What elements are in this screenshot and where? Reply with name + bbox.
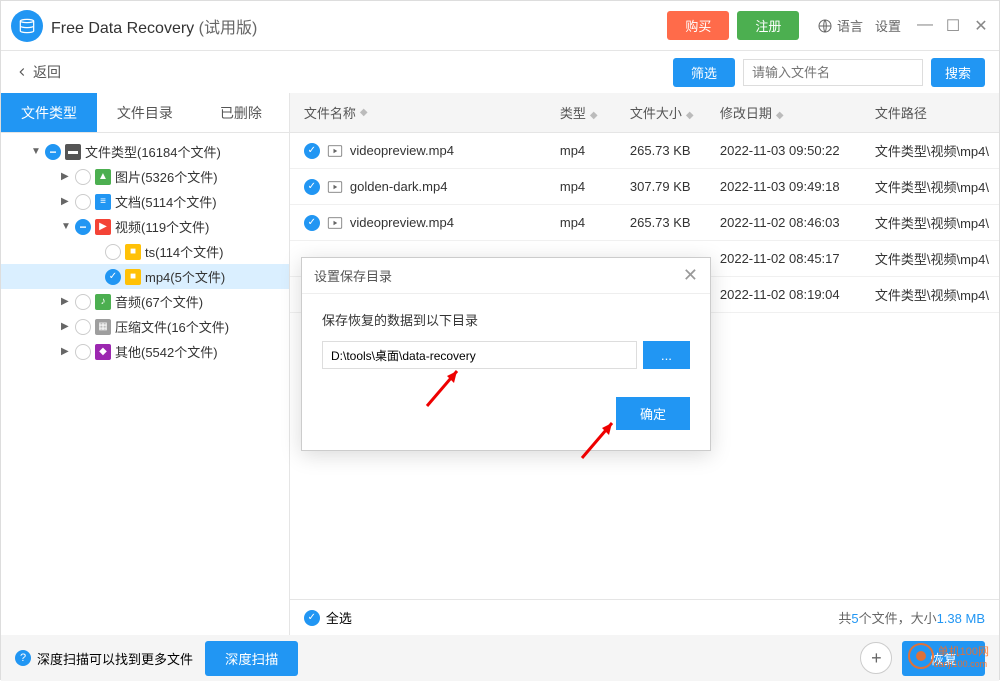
tree-node-video[interactable]: ▼▶视频(119个文件): [1, 214, 289, 239]
chevron-right-icon[interactable]: ▶: [61, 321, 73, 332]
video-file-icon: [326, 178, 344, 196]
tree-check[interactable]: [75, 319, 91, 335]
add-button[interactable]: +: [860, 642, 892, 674]
col-date[interactable]: 修改日期◆: [720, 103, 875, 122]
chevron-right-icon[interactable]: ▶: [61, 196, 73, 207]
filter-button[interactable]: 筛选: [673, 58, 735, 87]
tree-node-doc[interactable]: ▶≡文档(5114个文件): [1, 189, 289, 214]
folder-icon: ■: [125, 269, 141, 285]
status-bar: 全选 共5个文件，大小1.38 MB: [290, 599, 999, 635]
app-title: Free Data Recovery (试用版): [51, 14, 257, 38]
tree-check[interactable]: [105, 244, 121, 260]
table-row[interactable]: videopreview.mp4mp4265.73 KB2022-11-03 0…: [290, 133, 999, 169]
minimize-icon[interactable]: —: [917, 16, 933, 36]
col-size[interactable]: 文件大小◆: [630, 103, 720, 122]
sort-icon: ◆: [360, 107, 368, 118]
info-icon: ?: [15, 650, 31, 666]
dialog-close-icon[interactable]: ✕: [683, 265, 698, 286]
chevron-right-icon[interactable]: ▶: [61, 346, 73, 357]
status-summary: 共5个文件，大小1.38 MB: [838, 608, 985, 627]
language-button[interactable]: 语言: [817, 16, 863, 35]
other-icon: ◆: [95, 344, 111, 360]
file-tree: ▼▬文件类型(16184个文件) ▶▲图片(5326个文件) ▶≡文档(5114…: [1, 133, 289, 370]
document-icon: ≡: [95, 194, 111, 210]
tree-node-mp4[interactable]: ■mp4(5个文件): [1, 264, 289, 289]
row-check[interactable]: [304, 179, 320, 195]
back-button[interactable]: 返回: [15, 62, 61, 82]
settings-button[interactable]: 设置: [875, 16, 901, 35]
col-path[interactable]: 文件路径: [875, 103, 999, 122]
tree-node-other[interactable]: ▶◆其他(5542个文件): [1, 339, 289, 364]
tree-node-root[interactable]: ▼▬文件类型(16184个文件): [1, 139, 289, 164]
tree-check[interactable]: [75, 344, 91, 360]
row-check[interactable]: [304, 143, 320, 159]
table-row[interactable]: golden-dark.mp4mp4307.79 KB2022-11-03 09…: [290, 169, 999, 205]
chevron-down-icon[interactable]: ▼: [31, 146, 43, 157]
app-logo-icon: [11, 10, 43, 42]
save-path-input[interactable]: [322, 341, 637, 369]
folder-icon: ■: [125, 244, 141, 260]
disk-icon: ▬: [65, 144, 81, 160]
tree-node-audio[interactable]: ▶♪音频(67个文件): [1, 289, 289, 314]
arrow-left-icon: [15, 65, 29, 79]
video-icon: ▶: [95, 219, 111, 235]
tree-check[interactable]: [75, 194, 91, 210]
deep-scan-button[interactable]: 深度扫描: [205, 641, 298, 676]
title-bar: Free Data Recovery (试用版) 购买 注册 语言 设置 — ☐…: [1, 1, 999, 51]
table-row[interactable]: videopreview.mp4mp4265.73 KB2022-11-02 0…: [290, 205, 999, 241]
chevron-down-icon[interactable]: ▼: [61, 221, 73, 232]
deep-scan-tip: 深度扫描可以找到更多文件: [37, 649, 193, 668]
tab-file-dir[interactable]: 文件目录: [97, 93, 193, 132]
sort-icon: ◆: [776, 110, 784, 121]
video-file-icon: [326, 142, 344, 160]
toolbar: 返回 筛选 搜索: [1, 51, 999, 93]
search-input[interactable]: [743, 59, 923, 86]
tree-check[interactable]: [45, 144, 61, 160]
browse-button[interactable]: ...: [643, 341, 690, 369]
select-all-checkbox[interactable]: 全选: [304, 608, 352, 627]
dialog-title: 设置保存目录: [314, 266, 392, 285]
video-file-icon: [326, 214, 344, 232]
recover-button[interactable]: 恢复: [902, 641, 985, 676]
archive-icon: ▦: [95, 319, 111, 335]
maximize-icon[interactable]: ☐: [945, 16, 961, 36]
tree-check[interactable]: [75, 294, 91, 310]
tree-node-pic[interactable]: ▶▲图片(5326个文件): [1, 164, 289, 189]
row-check[interactable]: [304, 215, 320, 231]
ok-button[interactable]: 确定: [616, 397, 690, 430]
sidebar: 文件类型 文件目录 已删除 ▼▬文件类型(16184个文件) ▶▲图片(5326…: [1, 93, 290, 635]
search-button[interactable]: 搜索: [931, 58, 985, 87]
tree-check[interactable]: [75, 169, 91, 185]
chevron-right-icon[interactable]: ▶: [61, 296, 73, 307]
save-dir-dialog: 设置保存目录 ✕ 保存恢复的数据到以下目录 ... 确定: [301, 257, 711, 451]
sort-icon: ◆: [590, 110, 598, 121]
tree-node-zip[interactable]: ▶▦压缩文件(16个文件): [1, 314, 289, 339]
bottom-bar: ? 深度扫描可以找到更多文件 深度扫描 + 恢复: [1, 635, 999, 681]
audio-icon: ♪: [95, 294, 111, 310]
sort-icon: ◆: [686, 110, 694, 121]
col-name[interactable]: 文件名称◆: [290, 103, 560, 122]
image-icon: ▲: [95, 169, 111, 185]
buy-button[interactable]: 购买: [667, 11, 729, 40]
dialog-label: 保存恢复的数据到以下目录: [322, 310, 690, 329]
tree-node-ts[interactable]: ■ts(114个文件): [1, 239, 289, 264]
col-type[interactable]: 类型◆: [560, 103, 630, 122]
tree-check[interactable]: [75, 219, 91, 235]
tree-check[interactable]: [105, 269, 121, 285]
table-header: 文件名称◆ 类型◆ 文件大小◆ 修改日期◆ 文件路径: [290, 93, 999, 133]
close-icon[interactable]: ✕: [973, 16, 989, 36]
chevron-right-icon[interactable]: ▶: [61, 171, 73, 182]
tab-deleted[interactable]: 已删除: [193, 93, 289, 132]
tab-file-type[interactable]: 文件类型: [1, 93, 97, 132]
register-button[interactable]: 注册: [737, 11, 799, 40]
